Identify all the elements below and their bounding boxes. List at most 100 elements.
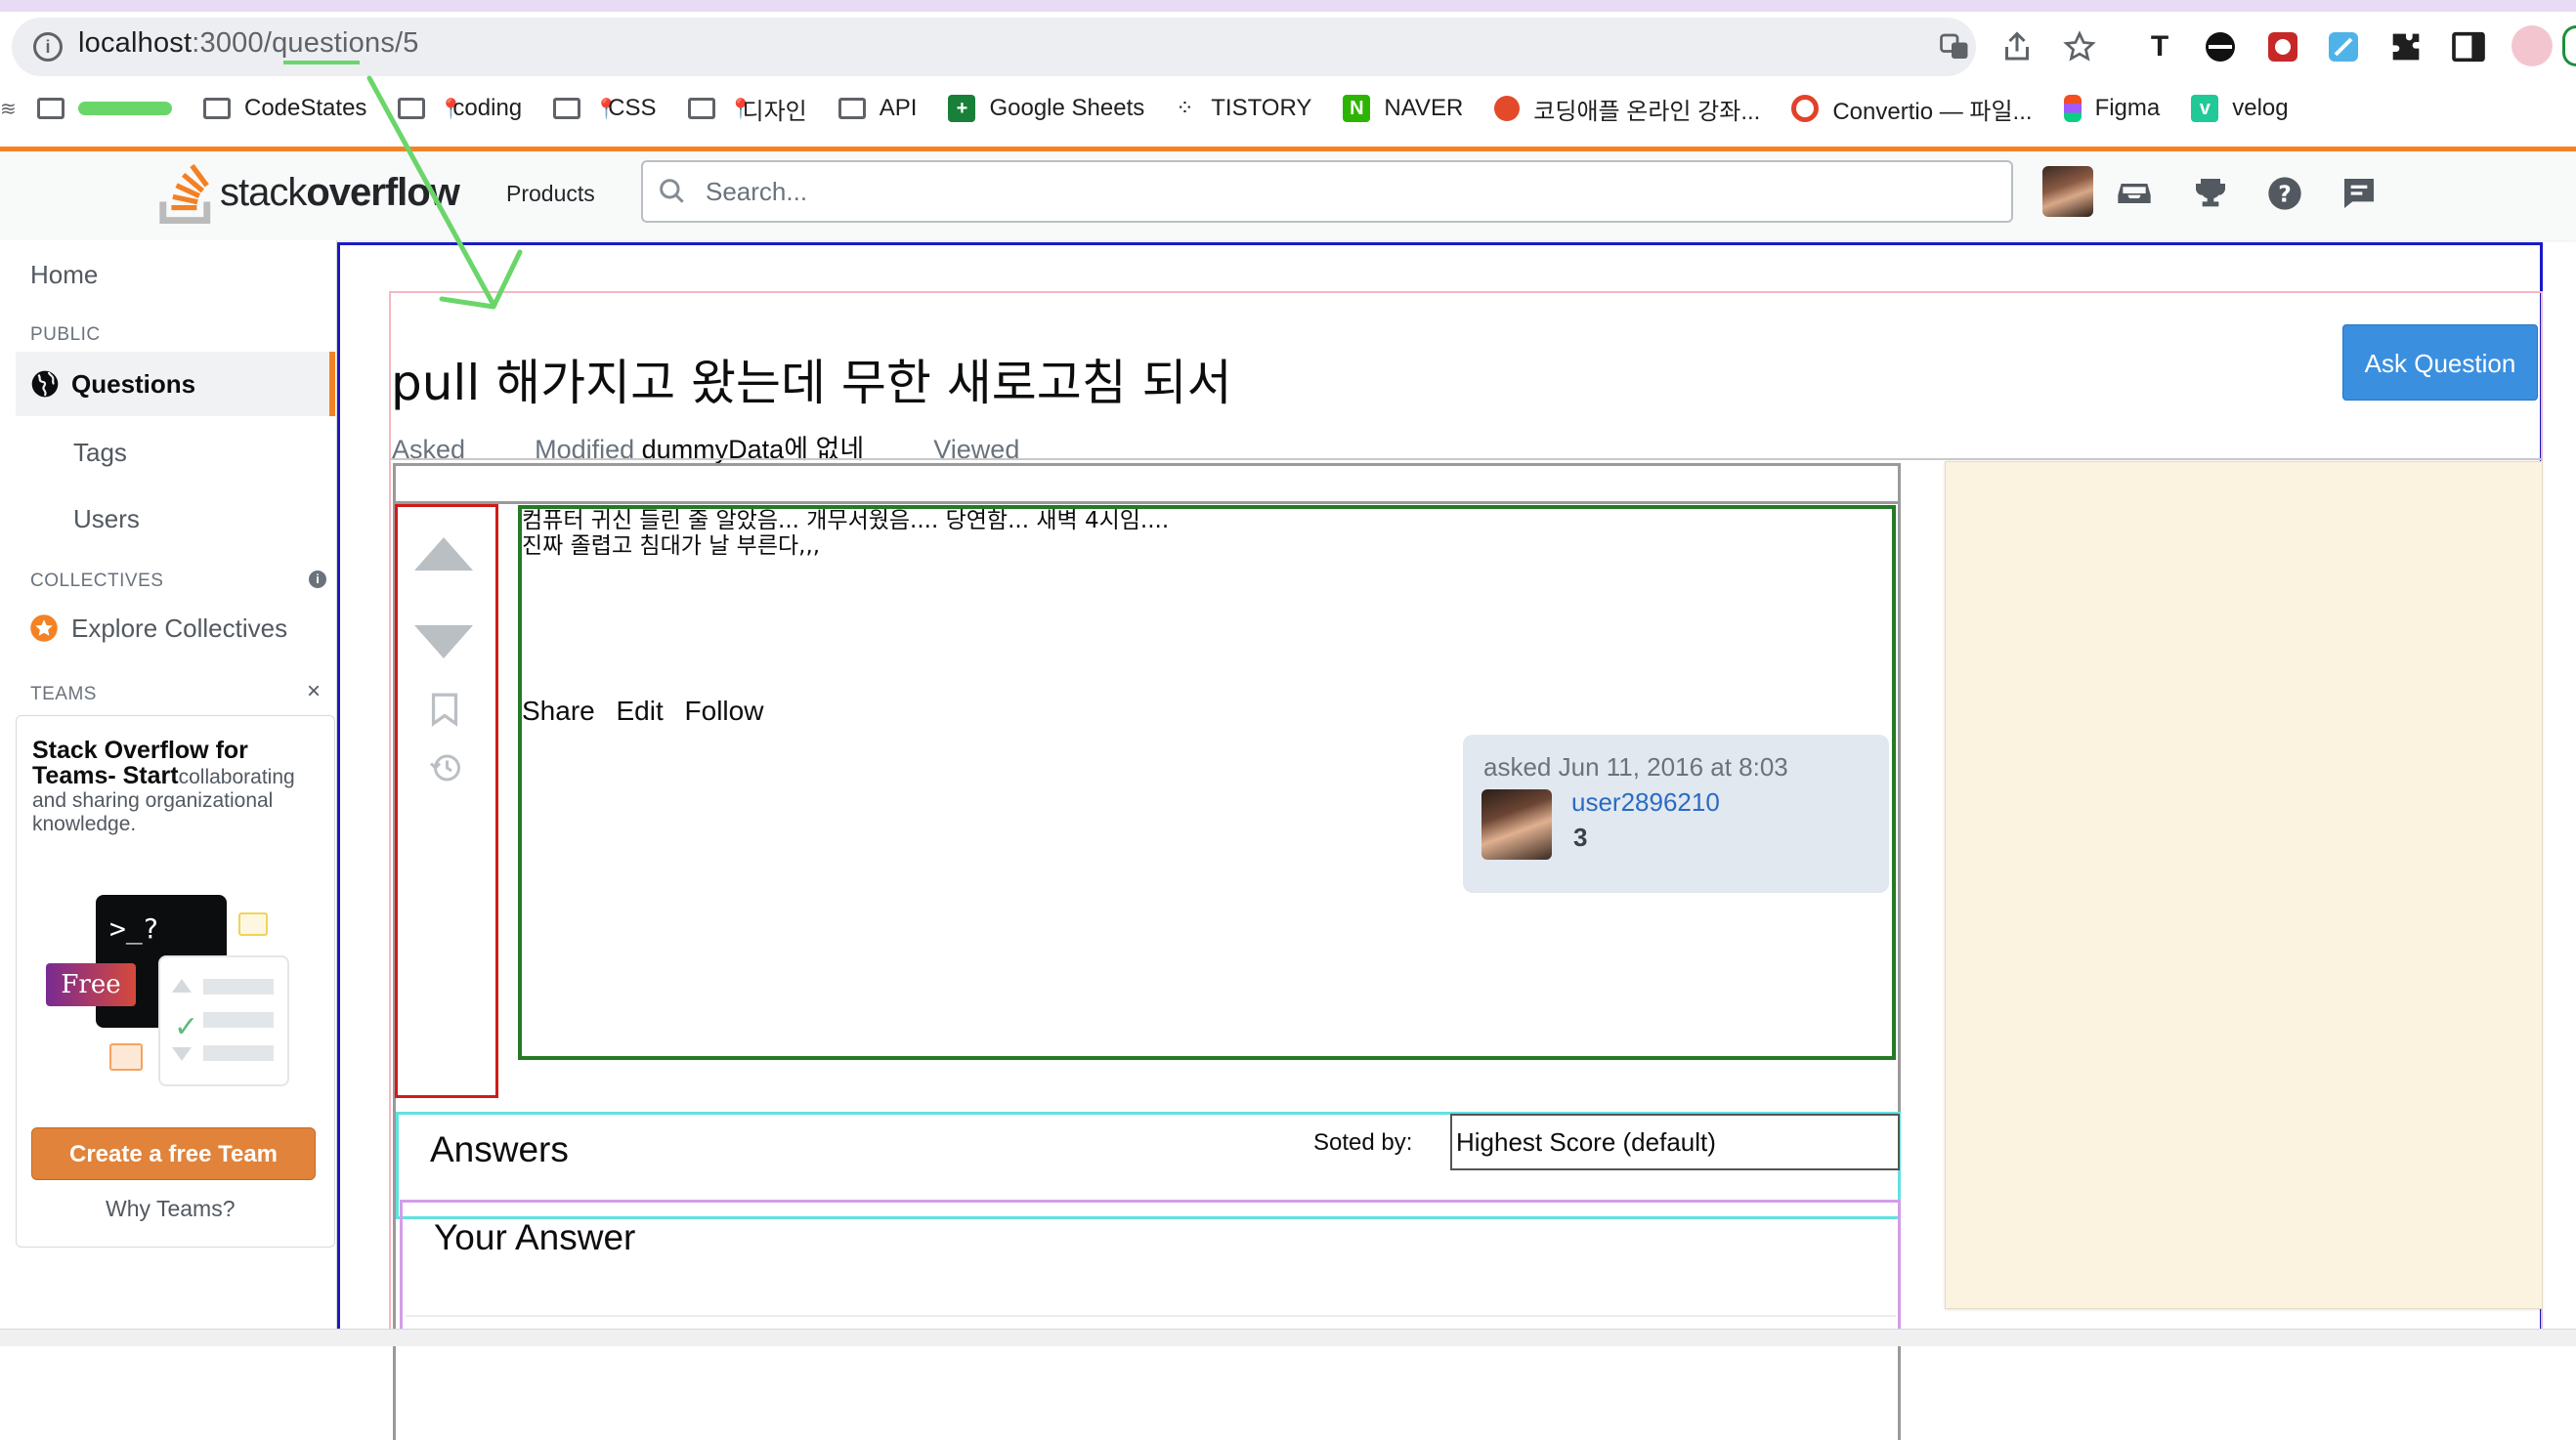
products-link[interactable]: Products <box>506 181 595 207</box>
bookmark-velog[interactable]: v velog <box>2191 95 2289 122</box>
naver-icon: N <box>1343 95 1371 122</box>
folder-icon <box>398 98 426 119</box>
extension-red-icon[interactable] <box>2263 27 2302 66</box>
folder-icon <box>687 98 715 119</box>
browser-update-indicator[interactable] <box>2562 25 2576 66</box>
sheets-icon: + <box>948 95 976 122</box>
bookmark-codestates[interactable]: CodeStates <box>203 95 366 122</box>
bookmark-folder-hidden[interactable] <box>37 98 172 119</box>
edit-link[interactable]: Edit <box>617 696 664 726</box>
question-meta: Asked Modified dummyData에 없네 Viewed <box>392 428 1019 466</box>
globe-icon <box>31 370 59 398</box>
bookmark-design[interactable]: 📍 디자인 <box>687 92 807 126</box>
post-actions: Share Edit Follow <box>522 696 777 727</box>
question-body-line: 진짜 졸렵고 침대가 날 부른다,,, <box>522 533 821 559</box>
svg-text:?: ? <box>2278 180 2292 207</box>
so-logo[interactable]: stackoverflow <box>159 158 460 227</box>
user-avatar[interactable] <box>2042 166 2093 217</box>
post-top-strip <box>393 463 1901 504</box>
history-icon[interactable] <box>428 750 463 785</box>
owner-reputation: 3 <box>1573 823 1588 852</box>
why-teams-link[interactable]: Why Teams? <box>106 1196 236 1222</box>
text-extension-icon[interactable]: T <box>2140 27 2179 66</box>
inbox-icon[interactable] <box>2115 174 2154 213</box>
bookmark-tistory[interactable]: ⁘ TISTORY <box>1176 95 1311 122</box>
ask-question-button[interactable]: Ask Question <box>2342 324 2538 401</box>
bookmark-google-sheets[interactable]: + Google Sheets <box>948 95 1144 122</box>
bookmark-convertio[interactable]: Convertio — 파일... <box>1791 92 2033 126</box>
bookmark-star-icon[interactable] <box>2062 29 2097 64</box>
header-divider <box>389 458 2543 460</box>
asked-date: asked Jun 11, 2016 at 8:03 <box>1483 752 1788 782</box>
nav-explore-collectives[interactable]: Explore Collectives <box>71 614 287 644</box>
url-text[interactable]: localhost:3000/questions/5 <box>78 27 419 60</box>
folder-icon <box>203 98 231 119</box>
owner-avatar[interactable] <box>1481 789 1552 860</box>
folder-icon <box>37 98 64 119</box>
collectives-star-icon <box>30 614 58 642</box>
nav-home[interactable]: Home <box>30 260 98 290</box>
nav-users[interactable]: Users <box>73 504 140 534</box>
pin-icon: 📍 <box>439 98 464 120</box>
bookmarks-bar: ≋ CodeStates 📍 coding 📍 CSS 📍 디자인 API + Goog… <box>0 88 2576 129</box>
side-panel-icon[interactable] <box>2449 27 2488 66</box>
downvote-arrow-icon[interactable] <box>412 623 475 662</box>
chat-icon[interactable] <box>2340 174 2379 213</box>
figma-icon <box>2063 95 2082 122</box>
question-title[interactable]: pull 해가지고 왔는데 무한 새로고침 되서 <box>391 344 1232 414</box>
nav-section-public: PUBLIC <box>30 324 101 345</box>
browser-tab-strip <box>0 0 2576 12</box>
upvote-arrow-icon[interactable] <box>412 533 475 572</box>
free-badge: Free <box>46 963 136 1006</box>
tistory-icon: ⁘ <box>1176 96 1194 120</box>
share-icon[interactable] <box>1999 29 2035 64</box>
bookmark-codingapple[interactable]: 코딩애플 온라인 강좌... <box>1494 92 1760 126</box>
help-icon[interactable]: ? <box>2265 174 2304 213</box>
profile-avatar[interactable] <box>2512 25 2553 66</box>
bookmark-coding[interactable]: 📍 coding <box>398 95 522 122</box>
search-input[interactable] <box>706 166 1976 217</box>
sort-select[interactable]: Highest Score (default) <box>1450 1114 1900 1170</box>
achievements-trophy-icon[interactable] <box>2191 174 2230 213</box>
extensions-puzzle-icon[interactable] <box>2386 27 2426 66</box>
so-logo-icon <box>159 163 211 224</box>
velog-icon: v <box>2191 95 2219 122</box>
bookmark-css[interactable]: 📍 CSS <box>553 95 657 122</box>
owner-name-link[interactable]: user2896210 <box>1571 787 1720 818</box>
info-icon[interactable]: i <box>309 571 326 588</box>
nav-section-teams: TEAMS <box>30 684 97 704</box>
right-sidebar-panel <box>1945 461 2543 1309</box>
share-link[interactable]: Share <box>522 696 595 726</box>
bookmark-icon[interactable] <box>430 692 459 727</box>
bookmark-api[interactable]: API <box>837 95 917 122</box>
extension-dark-icon[interactable] <box>2201 27 2240 66</box>
bookmark-figma[interactable]: Figma <box>2063 95 2160 122</box>
question-body-line: 컴퓨터 귀신 들린 줄 알았음... 개무서웠음.... 당연함... 새벽 4… <box>522 508 1170 533</box>
folder-icon <box>837 98 866 119</box>
site-info-icon[interactable]: i <box>33 32 63 62</box>
close-icon[interactable]: × <box>307 678 321 705</box>
follow-link[interactable]: Follow <box>685 696 764 726</box>
nav-section-collectives: COLLECTIVES <box>30 571 164 591</box>
nav-tags[interactable]: Tags <box>73 438 127 468</box>
redacted-label <box>78 102 172 115</box>
translate-icon[interactable] <box>1937 29 1972 64</box>
teams-promo-text: Stack Overflow for Teams- Startcollabora… <box>32 737 295 836</box>
answers-title: Answers <box>430 1129 569 1169</box>
sorted-by-label: Soted by: <box>1313 1129 1413 1156</box>
create-free-team-button[interactable]: Create a free Team <box>31 1127 316 1180</box>
checklist-illustration: ✓ <box>158 955 289 1086</box>
convertio-icon <box>1791 95 1820 122</box>
apple-icon <box>1494 96 1521 121</box>
pin-icon: 📍 <box>594 98 620 120</box>
nav-questions-label: Questions <box>71 369 196 399</box>
editor-divider <box>406 1315 1896 1317</box>
your-answer-title: Your Answer <box>434 1217 636 1257</box>
vote-column <box>395 504 498 1098</box>
question-body: 컴퓨터 귀신 들린 줄 알았음... 개무서웠음.... 당연함... 새벽 4… <box>522 508 1169 559</box>
speech-bubble-icon <box>238 912 268 936</box>
speech-bubble-icon <box>109 1043 143 1071</box>
bookmark-naver[interactable]: N NAVER <box>1343 95 1463 122</box>
pin-icon: 📍 <box>728 98 753 120</box>
extension-blue-icon[interactable] <box>2324 27 2363 66</box>
